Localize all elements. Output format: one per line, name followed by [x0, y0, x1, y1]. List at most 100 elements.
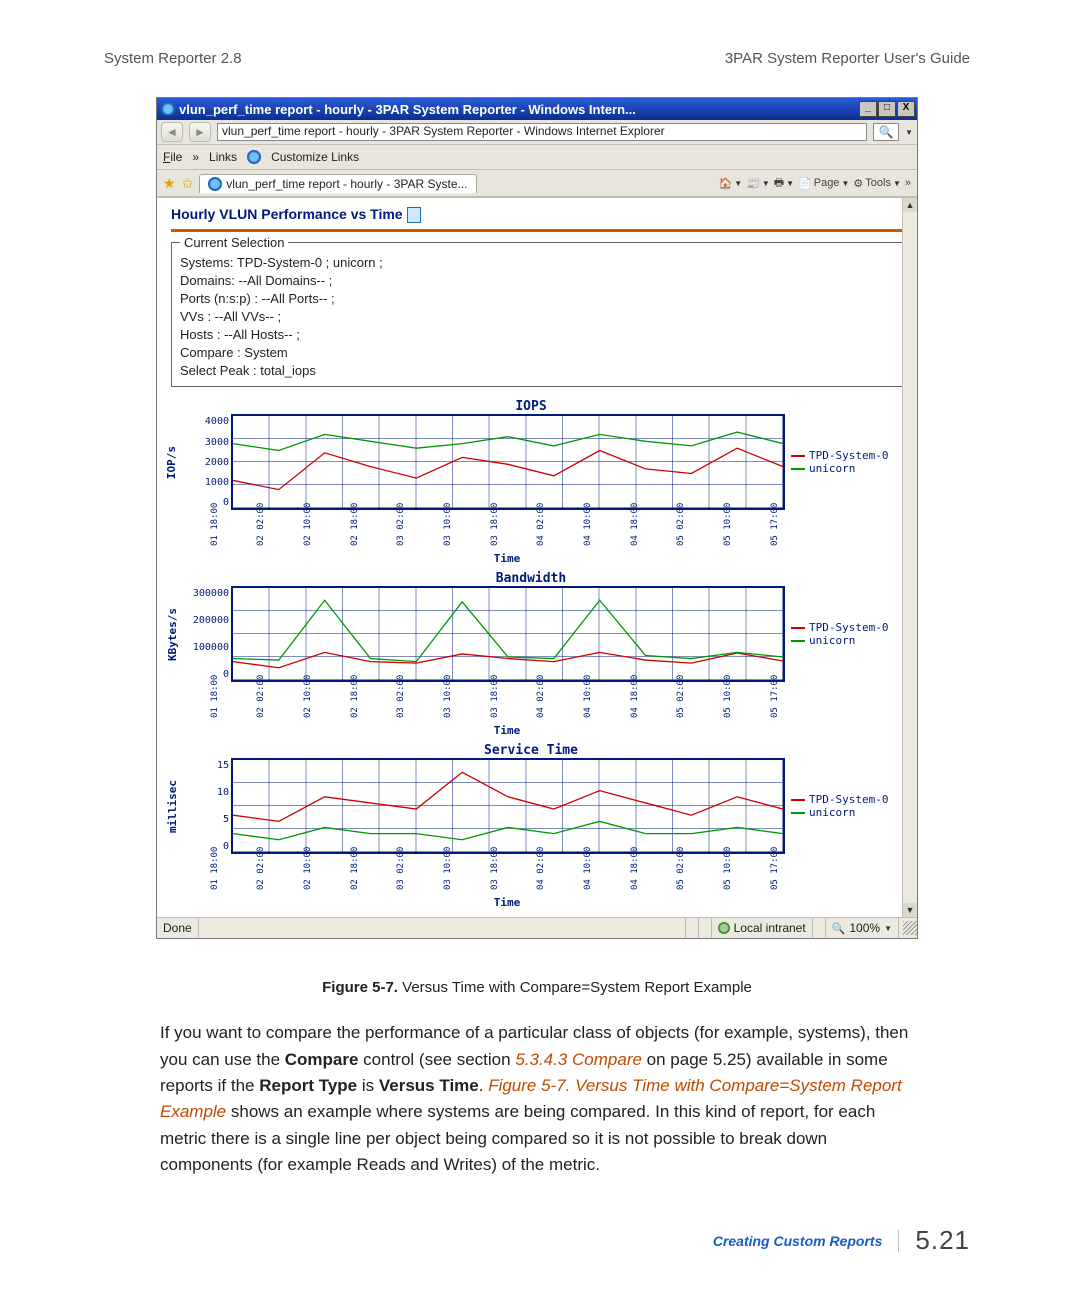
sel-domains: Domains: --All Domains-- ;	[180, 272, 894, 290]
search-dropdown-icon[interactable]: ▼	[905, 128, 913, 137]
sel-peak: Select Peak : total_iops	[180, 362, 894, 380]
resize-grip-icon[interactable]	[903, 921, 917, 935]
y-tick: 2000	[205, 457, 229, 468]
y-tick: 15	[217, 760, 229, 771]
back-button[interactable]: ◄	[161, 122, 183, 142]
x-tick: 03 02:00	[396, 847, 406, 890]
y-tick: 300000	[193, 588, 229, 599]
tab-label: vlun_perf_time report - hourly - 3PAR Sy…	[226, 177, 467, 191]
y-tick: 1000	[205, 477, 229, 488]
x-tick: 05 02:00	[676, 503, 686, 546]
link-customize[interactable]: Customize Links	[271, 150, 359, 164]
forward-button[interactable]: ►	[189, 122, 211, 142]
sel-systems: Systems: TPD-System-0 ; unicorn ;	[180, 254, 894, 272]
divider	[171, 229, 903, 232]
header-right: 3PAR System Reporter User's Guide	[725, 50, 970, 67]
legend-swatch	[791, 640, 805, 642]
chart-title: IOPS	[163, 399, 899, 414]
ie-icon	[247, 150, 261, 164]
legend-label: TPD-System-0	[809, 621, 888, 634]
intranet-icon	[718, 922, 730, 934]
close-button[interactable]: X	[897, 101, 915, 117]
minimize-button[interactable]: _	[859, 101, 877, 117]
legend-label: unicorn	[809, 462, 855, 475]
x-axis-label: Time	[227, 724, 787, 737]
favorites-icon[interactable]: ★	[163, 175, 176, 192]
x-tick: 02 02:00	[256, 847, 266, 890]
sel-compare: Compare : System	[180, 344, 894, 362]
x-tick: 03 18:00	[490, 847, 500, 890]
status-zoom[interactable]: 🔍100% ▼	[826, 918, 899, 938]
x-tick: 04 18:00	[630, 503, 640, 546]
legend-item: TPD-System-0	[791, 793, 899, 806]
legend-label: unicorn	[809, 806, 855, 819]
x-axis-label: Time	[227, 896, 787, 909]
x-tick: 04 18:00	[630, 847, 640, 890]
home-icon[interactable]: 🏠 ▼	[719, 177, 743, 190]
add-favorite-icon[interactable]: ✩	[182, 175, 194, 192]
legend-label: unicorn	[809, 634, 855, 647]
sel-hosts: Hosts : --All Hosts-- ;	[180, 326, 894, 344]
x-tick: 02 18:00	[350, 675, 360, 718]
charts-area: IOPSIOP/s40003000200010000TPD-System-0un…	[157, 387, 917, 917]
ie-icon	[161, 102, 175, 116]
legend-item: TPD-System-0	[791, 449, 899, 462]
y-axis-label: millisec	[166, 780, 179, 833]
footer-section: Creating Custom Reports	[713, 1233, 883, 1249]
footer-divider	[898, 1230, 899, 1252]
x-tick: 02 02:00	[256, 503, 266, 546]
tab-favicon-icon	[208, 177, 222, 191]
x-tick: 05 17:00	[770, 847, 780, 890]
y-tick: 100000	[193, 642, 229, 653]
zoom-icon: 🔍	[832, 922, 846, 935]
search-button[interactable]: 🔍	[873, 123, 899, 141]
plot-area	[231, 586, 785, 682]
scroll-up-icon[interactable]: ▲	[903, 198, 917, 212]
page-menu[interactable]: 📄 Page ▼	[798, 177, 849, 190]
x-tick: 04 10:00	[583, 675, 593, 718]
legend-item: unicorn	[791, 806, 899, 819]
toolbar-more[interactable]: »	[905, 177, 911, 189]
x-tick: 02 10:00	[303, 847, 313, 890]
x-tick: 04 02:00	[536, 503, 546, 546]
legend-item: unicorn	[791, 462, 899, 475]
x-tick: 04 02:00	[536, 847, 546, 890]
page-footer: Creating Custom Reports 5.21	[713, 1225, 970, 1256]
address-bar[interactable]: vlun_perf_time report - hourly - 3PAR Sy…	[217, 123, 867, 141]
menu-file[interactable]: File	[163, 150, 182, 164]
current-selection-box: Current Selection Systems: TPD-System-0 …	[171, 242, 903, 387]
legend-swatch	[791, 468, 805, 470]
feeds-icon[interactable]: 📰 ▼	[746, 177, 770, 190]
menu-more[interactable]: »	[192, 150, 199, 164]
chart-service-time: Service Timemillisec151050TPD-System-0un…	[163, 743, 899, 909]
chart-legend: TPD-System-0unicorn	[785, 758, 899, 854]
scroll-down-icon[interactable]: ▼	[903, 903, 917, 917]
x-tick: 03 10:00	[443, 503, 453, 546]
x-tick: 03 18:00	[490, 675, 500, 718]
status-bar: Done Local intranet 🔍100% ▼	[157, 917, 917, 938]
status-done: Done	[157, 918, 199, 938]
tools-menu[interactable]: ⚙ Tools ▼	[853, 177, 900, 190]
x-tick: 01 18:00	[210, 847, 220, 890]
x-tick: 04 10:00	[583, 503, 593, 546]
page-header: System Reporter 2.8 3PAR System Reporter…	[104, 50, 970, 67]
y-tick: 5	[223, 814, 229, 825]
y-tick: 0	[223, 841, 229, 852]
xref-compare[interactable]: 5.3.4.3 Compare	[515, 1050, 642, 1069]
x-tick: 05 02:00	[676, 675, 686, 718]
tab-row: ★ ✩ vlun_perf_time report - hourly - 3PA…	[157, 170, 917, 197]
vertical-scrollbar[interactable]: ▲ ▼	[902, 198, 917, 917]
print-icon[interactable]: 🖶 ▼	[774, 174, 794, 193]
legend-swatch	[791, 627, 805, 629]
header-left: System Reporter 2.8	[104, 50, 242, 67]
y-tick: 10	[217, 787, 229, 798]
report-doc-icon[interactable]	[407, 207, 421, 223]
sel-vvs: VVs : --All VVs-- ;	[180, 308, 894, 326]
figure-caption: Figure 5-7. Versus Time with Compare=Sys…	[104, 979, 970, 996]
legend-item: TPD-System-0	[791, 621, 899, 634]
legend-swatch	[791, 812, 805, 814]
x-tick: 05 10:00	[723, 847, 733, 890]
titlebar: vlun_perf_time report - hourly - 3PAR Sy…	[157, 98, 917, 120]
maximize-button[interactable]: □	[878, 101, 896, 117]
browser-tab[interactable]: vlun_perf_time report - hourly - 3PAR Sy…	[199, 174, 476, 193]
